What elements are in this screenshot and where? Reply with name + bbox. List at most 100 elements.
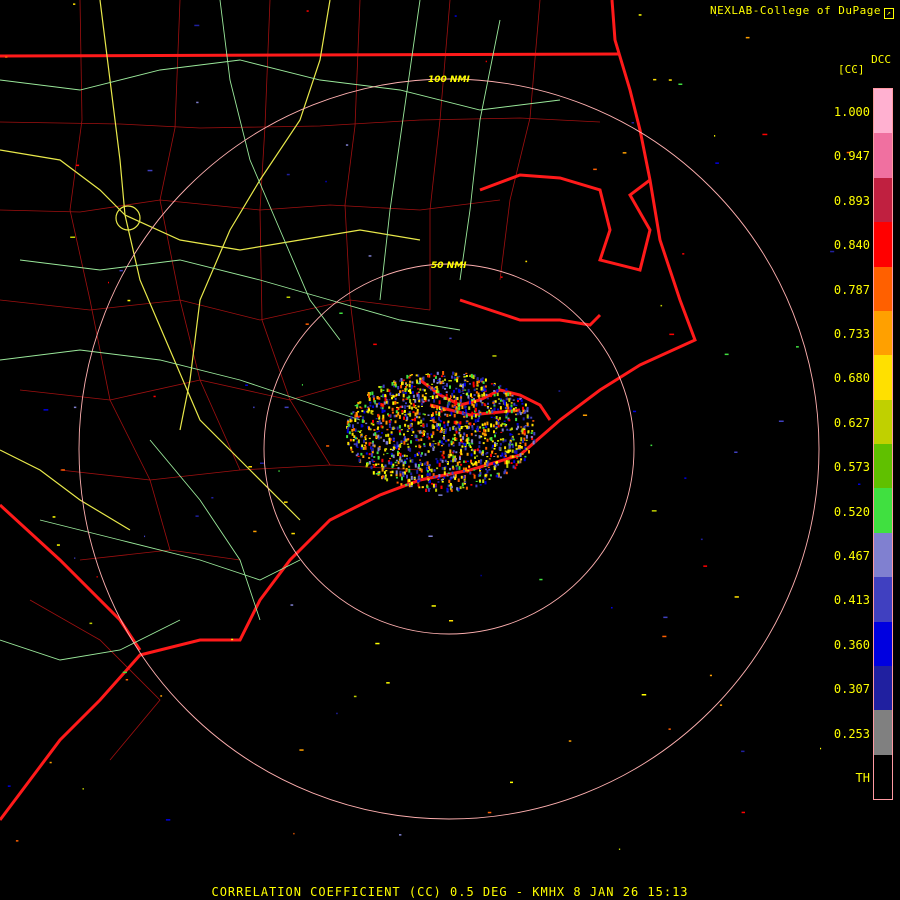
radar-echo-pixel xyxy=(521,402,524,405)
radar-echo-pixel xyxy=(471,425,474,428)
radar-echo-pixel xyxy=(497,398,500,400)
radar-echo-pixel xyxy=(504,450,507,452)
radar-echo-pixel xyxy=(443,467,446,471)
radar-echo-pixel xyxy=(441,467,444,470)
radar-echo-pixel xyxy=(503,420,506,422)
radar-echo-pixel xyxy=(478,479,481,482)
radar-echo-pixel xyxy=(474,400,477,404)
radar-echo-pixel xyxy=(479,474,482,477)
radar-echo-pixel xyxy=(419,377,422,380)
radar-echo-pixel xyxy=(357,439,360,444)
radar-echo-pixel xyxy=(471,403,474,406)
radar-echo-pixel xyxy=(521,453,524,455)
radar-echo-pixel xyxy=(382,439,385,442)
radar-echo-pixel xyxy=(375,463,378,466)
radar-echo-pixel xyxy=(426,470,429,473)
radar-echo-pixel xyxy=(463,413,466,416)
radar-echo-pixel xyxy=(451,392,454,397)
radar-echo-pixel xyxy=(516,456,519,458)
radar-echo-pixel xyxy=(403,433,405,436)
ring-label-50: 50 NMI xyxy=(431,261,467,271)
radar-echo-pixel xyxy=(361,419,364,423)
radar-echo-pixel xyxy=(399,443,402,448)
radar-map: 100 NMI 50 NMI xyxy=(0,0,900,900)
radar-echo-pixel xyxy=(381,409,384,414)
radar-echo-pixel xyxy=(442,443,445,445)
radar-echo-pixel xyxy=(493,448,496,450)
radar-echo-pixel xyxy=(510,462,513,464)
radar-echo-pixel xyxy=(417,484,420,487)
radar-echo-pixel xyxy=(368,457,371,459)
radar-speck xyxy=(449,337,452,340)
radar-echo-pixel xyxy=(464,382,466,387)
radar-echo-pixel xyxy=(470,459,472,463)
radar-echo-pixel xyxy=(495,416,498,420)
radar-echo-pixel xyxy=(410,420,413,422)
radar-echo-pixel xyxy=(492,424,495,428)
radar-echo-pixel xyxy=(409,399,412,404)
radar-echo-pixel xyxy=(350,446,353,449)
radar-echo-pixel xyxy=(460,426,463,430)
radar-echo-pixel xyxy=(406,455,408,457)
radar-echo-pixel xyxy=(419,421,422,424)
radar-echo-pixel xyxy=(524,455,527,458)
radar-echo-pixel xyxy=(455,465,458,467)
radar-echo-pixel xyxy=(513,460,516,464)
cod-logo-icon: ↗ xyxy=(884,8,894,19)
radar-echo-pixel xyxy=(406,384,409,387)
radar-speck xyxy=(631,122,634,124)
radar-echo-pixel xyxy=(471,396,474,399)
radar-echo-pixel xyxy=(511,394,514,397)
radar-speck xyxy=(719,704,723,706)
radar-echo-pixel xyxy=(350,412,353,415)
radar-echo-pixel xyxy=(364,446,367,450)
radar-echo-pixel xyxy=(445,440,448,442)
radar-echo-pixel xyxy=(448,401,451,406)
radar-echo-pixel xyxy=(388,425,391,428)
radar-echo-pixel xyxy=(493,384,496,387)
radar-echo-pixel xyxy=(442,457,445,459)
radar-echo-pixel xyxy=(347,426,350,430)
radar-echo-pixel xyxy=(494,464,497,468)
radar-echo-pixel xyxy=(376,396,379,399)
radar-speck xyxy=(231,638,234,641)
radar-echo-pixel xyxy=(394,461,397,464)
radar-echo-pixel xyxy=(417,388,419,390)
radar-speck xyxy=(668,79,672,81)
radar-echo-pixel xyxy=(350,416,353,420)
radar-echo-pixel xyxy=(519,442,522,445)
radar-echo-pixel xyxy=(395,393,398,396)
radar-echo-pixel xyxy=(404,388,407,390)
colorbar-segment xyxy=(874,133,892,178)
radar-speck xyxy=(558,390,561,392)
radar-echo-pixel xyxy=(482,442,485,445)
radar-echo-pixel xyxy=(447,420,450,423)
radar-speck xyxy=(454,15,457,17)
radar-speck xyxy=(700,538,703,541)
radar-echo-pixel xyxy=(483,428,485,432)
radar-echo-pixel xyxy=(433,425,435,429)
radar-echo-pixel xyxy=(445,391,448,393)
radar-echo-pixel xyxy=(450,460,453,463)
radar-echo-pixel xyxy=(504,425,507,427)
radar-echo-pixel xyxy=(430,386,433,390)
radar-echo-pixel xyxy=(506,412,509,415)
radar-echo-pixel xyxy=(449,385,451,389)
radar-echo-pixel xyxy=(450,489,453,492)
colorbar-tick-label: 0.413 xyxy=(833,593,870,608)
radar-echo-pixel xyxy=(370,453,373,457)
radar-echo-pixel xyxy=(495,421,498,424)
radar-echo-pixel xyxy=(498,416,501,420)
radar-echo-pixel xyxy=(461,482,464,487)
radar-echo-pixel xyxy=(431,395,434,399)
radar-echo-pixel xyxy=(494,453,497,455)
radar-echo-pixel xyxy=(439,393,442,395)
radar-echo-pixel xyxy=(407,389,410,392)
radar-echo-pixel xyxy=(347,423,350,427)
radar-echo-pixel xyxy=(403,416,405,420)
radar-echo-pixel xyxy=(429,442,432,446)
radar-echo-pixel xyxy=(422,424,425,427)
radar-echo-pixel xyxy=(421,486,424,488)
radar-echo-pixel xyxy=(433,374,436,377)
radar-echo-pixel xyxy=(436,371,439,375)
